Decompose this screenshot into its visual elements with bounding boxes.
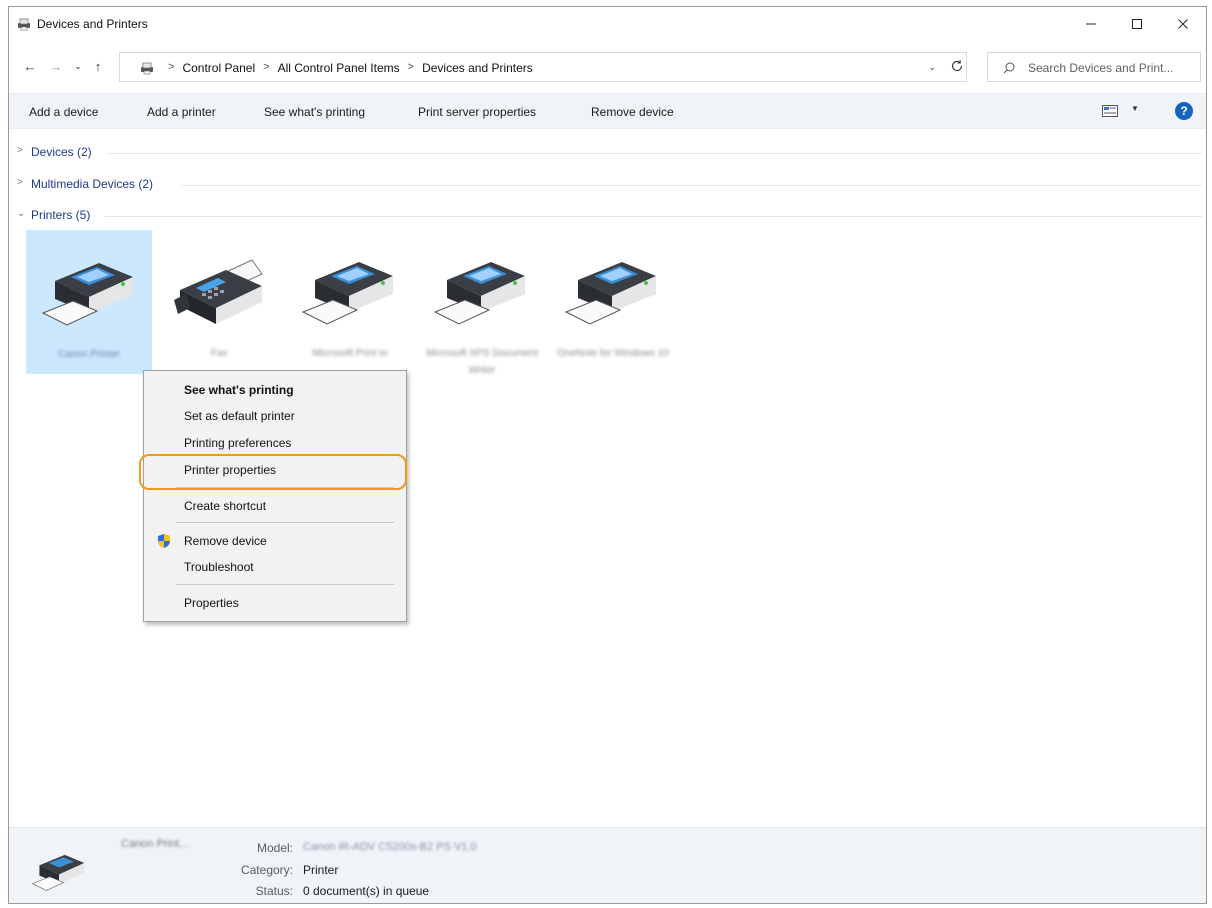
- menu-item-remove-device[interactable]: Remove device: [144, 529, 406, 553]
- view-options-dropdown[interactable]: ▼: [1131, 104, 1139, 113]
- printer-tile-microsoft-xps[interactable]: Microsoft XPS Document Writer: [419, 230, 545, 376]
- shield-icon: [158, 534, 170, 548]
- details-status-key: Status:: [255, 884, 293, 898]
- breadcrumb-separator[interactable]: >: [408, 61, 414, 75]
- add-device-button[interactable]: Add a device: [29, 105, 98, 119]
- details-pane: Canon Print... Model: Canon iR-ADV C5200…: [9, 827, 1206, 903]
- breadcrumb-control-panel[interactable]: Control Panel: [182, 61, 255, 75]
- details-model-key: Model:: [256, 841, 293, 855]
- printer-icon: [564, 262, 656, 325]
- breadcrumb: > Control Panel > All Control Panel Item…: [160, 61, 533, 75]
- menu-separator: [176, 522, 394, 523]
- search-input[interactable]: Search Devices and Print...: [987, 52, 1201, 82]
- group-divider: [181, 185, 1202, 186]
- back-button[interactable]: ←: [21, 57, 39, 75]
- menu-item-set-default-printer[interactable]: Set as default printer: [144, 404, 406, 428]
- menu-item-label: Remove device: [184, 534, 267, 548]
- details-category-value: Printer: [303, 863, 339, 877]
- menu-item-properties[interactable]: Properties: [144, 591, 406, 615]
- change-view-icon[interactable]: [1102, 105, 1118, 117]
- chevron-right-icon: >: [17, 145, 23, 156]
- see-whats-printing-button[interactable]: See what's printing: [264, 105, 365, 119]
- search-icon: [1003, 62, 1015, 74]
- address-row: ← → ⌄ ↑ > Control Panel > All Control Pa…: [9, 49, 1206, 85]
- menu-item-label: See what's printing: [184, 383, 294, 397]
- up-button[interactable]: ↑: [89, 57, 107, 75]
- details-model-value: Canon iR-ADV C5200s-B2 PS V1.0: [303, 841, 477, 853]
- minimize-icon: [1086, 23, 1096, 25]
- details-status-value: 0 document(s) in queue: [303, 884, 430, 898]
- highlight-callout: [139, 454, 407, 490]
- printer-tile-fax[interactable]: Fax: [156, 230, 282, 374]
- devices-and-printers-window: Devices and Printers ← → ⌄ ↑ > Control P…: [8, 6, 1207, 904]
- devices-printers-icon: [18, 18, 30, 31]
- printer-label: OneNote for Windows 10: [557, 348, 669, 359]
- chevron-down-icon: ⌄: [17, 208, 26, 219]
- printer-tile-canon[interactable]: Canon Printer: [26, 230, 152, 374]
- add-printer-button[interactable]: Add a printer: [147, 105, 216, 119]
- group-devices-title: Devices (2): [31, 145, 92, 159]
- forward-button[interactable]: →: [47, 57, 65, 75]
- group-divider: [105, 216, 1202, 217]
- printer-label: Canon Printer: [58, 349, 120, 360]
- menu-item-troubleshoot[interactable]: Troubleshoot: [144, 555, 406, 579]
- menu-item-label: Properties: [184, 596, 239, 610]
- search-placeholder: Search Devices and Print...: [1028, 61, 1174, 75]
- address-dropdown-button[interactable]: ⌄: [928, 62, 936, 73]
- title-bar: Devices and Printers: [9, 7, 1206, 41]
- menu-item-label: Printing preferences: [184, 436, 292, 450]
- menu-item-label: Create shortcut: [184, 499, 267, 513]
- maximize-icon: [1132, 19, 1142, 29]
- help-icon[interactable]: ?: [1175, 102, 1193, 120]
- maximize-button[interactable]: [1114, 7, 1160, 41]
- minimize-button[interactable]: [1068, 7, 1114, 41]
- printer-icon: [301, 262, 393, 325]
- menu-item-create-shortcut[interactable]: Create shortcut: [144, 494, 406, 518]
- devices-printers-icon: [141, 62, 153, 75]
- printer-tile-onenote[interactable]: OneNote for Windows 10: [550, 230, 676, 374]
- group-multimedia-title: Multimedia Devices (2): [31, 177, 154, 191]
- menu-item-label: Set as default printer: [184, 409, 295, 423]
- fax-icon: [174, 259, 263, 324]
- menu-item-see-whats-printing[interactable]: See what's printing: [144, 378, 406, 402]
- chevron-right-icon: >: [17, 177, 23, 188]
- breadcrumb-separator[interactable]: >: [263, 61, 269, 75]
- remove-device-button[interactable]: Remove device: [591, 105, 674, 119]
- menu-item-printing-preferences[interactable]: Printing preferences: [144, 431, 406, 455]
- print-server-properties-button[interactable]: Print server properties: [418, 105, 536, 119]
- printer-label: Fax: [210, 348, 228, 359]
- address-bar[interactable]: > Control Panel > All Control Panel Item…: [119, 52, 967, 82]
- group-devices[interactable]: > Devices (2): [9, 143, 1206, 163]
- breadcrumb-all-items[interactable]: All Control Panel Items: [278, 61, 400, 75]
- close-icon: [1178, 19, 1188, 29]
- recent-locations-button[interactable]: ⌄: [69, 57, 87, 75]
- printer-icon: [41, 263, 133, 326]
- printer-icon: [433, 262, 525, 325]
- group-divider: [107, 153, 1202, 154]
- menu-separator: [176, 584, 394, 585]
- command-bar: Add a device Add a printer See what's pr…: [9, 93, 1206, 129]
- breadcrumb-devices-printers[interactable]: Devices and Printers: [422, 61, 533, 75]
- printer-label: Microsoft Print to: [312, 348, 388, 359]
- context-menu: See what's printing Set as default print…: [143, 370, 407, 622]
- group-printers-title: Printers (5): [31, 208, 91, 222]
- breadcrumb-separator[interactable]: >: [168, 61, 174, 75]
- printer-label: Microsoft XPS Document Writer: [426, 348, 538, 376]
- printer-tile-microsoft-print-to-pdf[interactable]: Microsoft Print to: [287, 230, 413, 374]
- details-category-key: Category:: [240, 863, 293, 877]
- group-printers[interactable]: ⌄ Printers (5): [9, 206, 1206, 226]
- window-title: Devices and Printers: [37, 17, 148, 31]
- details-device-name: Canon Print...: [121, 838, 189, 850]
- group-multimedia-devices[interactable]: > Multimedia Devices (2): [9, 175, 1206, 195]
- close-button[interactable]: [1160, 7, 1206, 41]
- printer-icon: [31, 854, 85, 891]
- menu-item-label: Troubleshoot: [184, 560, 254, 574]
- refresh-icon[interactable]: [949, 58, 965, 74]
